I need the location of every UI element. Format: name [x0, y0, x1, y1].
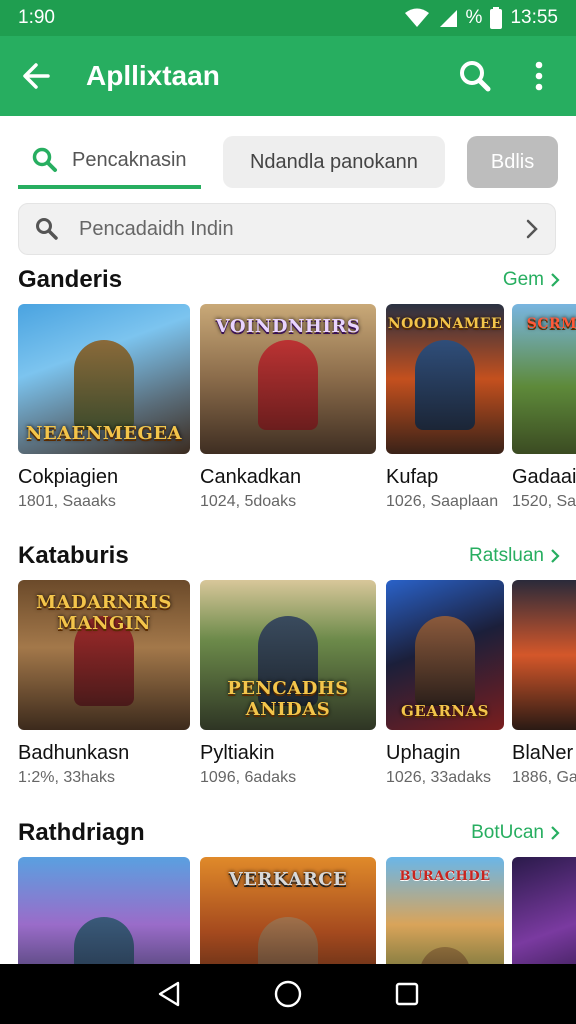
game-thumbnail: PENCADHS ANIDAS — [200, 580, 376, 730]
game-card[interactable]: PENCADHS ANIDAS Pyltiakin 1096, 6adaks — [200, 580, 376, 787]
game-card[interactable]: BURACHDE — [386, 857, 504, 964]
tab-chip[interactable]: Ndandla panokann — [222, 136, 446, 188]
game-card[interactable]: SCRM Gadaai 1520, Sa — [512, 304, 576, 511]
game-thumbnail: VERKARCE — [200, 857, 376, 964]
recents-square-icon[interactable] — [394, 981, 420, 1007]
game-name: Pyltiakin — [200, 742, 275, 764]
thumbnail-title: MADARNRIS MANGIN — [36, 592, 172, 634]
tab-search-label: Pencaknasin — [72, 148, 187, 171]
status-clock: 13:55 — [510, 7, 558, 28]
system-nav-bar — [0, 964, 576, 1024]
game-thumbnail — [18, 857, 190, 964]
game-meta: 1096, 6adaks — [200, 769, 297, 786]
game-name: Gadaai — [512, 466, 576, 488]
thumbnail-title: BURACHDE — [399, 869, 491, 884]
chevron-right-icon — [551, 826, 560, 840]
game-name: Kufap — [386, 466, 439, 488]
tab-search[interactable]: Pencaknasin — [18, 135, 201, 189]
game-meta: 1801, Saaaks — [18, 493, 116, 510]
tab-row: Pencaknasin Ndandla panokann Bdlis — [18, 134, 558, 190]
game-thumbnail: MADARNRIS MANGIN — [18, 580, 190, 730]
thumbnail-title: PENCADHS ANIDAS — [227, 678, 349, 720]
game-card[interactable]: VERKARCE — [200, 857, 376, 964]
game-thumbnail — [512, 580, 576, 730]
game-name: Cankadkan — [200, 466, 302, 488]
status-time: 1:90 — [18, 7, 55, 28]
game-thumbnail — [512, 857, 576, 964]
game-thumbnail: BURACHDE — [386, 857, 504, 964]
search-icon — [460, 61, 491, 92]
game-meta: 1886, Ga — [512, 769, 576, 786]
battery-icon — [490, 7, 503, 29]
section-more-label: Ratsluan — [469, 545, 544, 566]
game-name: BlaNer — [512, 742, 574, 764]
back-triangle-icon[interactable] — [156, 980, 182, 1008]
search-icon — [32, 147, 57, 172]
game-card[interactable]: BlaNer 1886, Ga — [512, 580, 576, 787]
card-row: NEAENMEGEA Cokpiagien 1801, Saaaks VOIND… — [18, 304, 576, 524]
wifi-icon — [404, 8, 429, 27]
thumbnail-title: NOODNAMEE — [387, 316, 503, 332]
search-icon — [36, 218, 58, 240]
back-button[interactable] — [20, 60, 52, 92]
app-bar: Apllixtaan — [0, 36, 576, 116]
game-thumbnail: NOODNAMEE — [386, 304, 504, 454]
section-title: Ganderis — [18, 266, 123, 293]
game-name: Badhunkasn — [18, 742, 130, 764]
app-title: Apllixtaan — [86, 60, 220, 91]
game-meta: 1026, 33adaks — [386, 769, 491, 786]
thumbnail-title: SCRM — [526, 316, 576, 332]
section-header: Kataburis Ratsluan — [18, 539, 560, 573]
game-thumbnail: SCRM — [512, 304, 576, 454]
battery-text: % — [465, 7, 483, 28]
status-icons: % 13:55 — [404, 7, 558, 29]
card-row: MADARNRIS MANGIN Badhunkasn 1:2%, 33haks… — [18, 580, 576, 800]
game-card[interactable]: NEAENMEGEA Cokpiagien 1801, Saaaks — [18, 304, 190, 511]
game-meta: 1026, Saaplaan — [386, 493, 499, 510]
game-name: Uphagin — [386, 742, 461, 764]
arrow-left-icon — [23, 63, 50, 89]
game-meta: 1024, 5doaks — [200, 493, 297, 510]
chevron-right-icon — [551, 273, 560, 287]
game-meta: 1:2%, 33haks — [18, 769, 115, 786]
section-more-label: Gem — [502, 269, 544, 290]
home-circle-icon[interactable] — [273, 979, 303, 1009]
game-thumbnail: GEARNAS — [386, 580, 504, 730]
game-name: Cokpiagien — [18, 466, 119, 488]
thumbnail-title: VERKARCE — [228, 869, 348, 890]
thumbnail-title: NEAENMEGEA — [25, 423, 182, 444]
more-vert-icon — [535, 61, 543, 91]
game-card[interactable]: GEARNAS Uphagin 1026, 33adaks — [386, 580, 504, 787]
game-card[interactable]: NOODNAMEE Kufap 1026, Saaplaan — [386, 304, 504, 511]
search-field[interactable]: Pencadaidh Indin — [18, 203, 556, 255]
thumbnail-title: VOINDNHIRS — [215, 316, 361, 337]
chevron-right-icon — [526, 219, 538, 239]
game-card[interactable] — [18, 857, 190, 964]
chevron-right-icon — [551, 549, 560, 563]
section-header: Ganderis Gem — [18, 263, 560, 297]
status-bar: 1:90 % 13:55 — [0, 0, 576, 36]
more-options-button[interactable] — [522, 59, 556, 93]
section-more-link[interactable]: Ratsluan — [469, 545, 560, 567]
search-input[interactable]: Pencadaidh Indin — [79, 218, 525, 241]
game-thumbnail: NEAENMEGEA — [18, 304, 190, 454]
game-card[interactable]: MADARNRIS MANGIN Badhunkasn 1:2%, 33haks — [18, 580, 190, 787]
section-title: Kataburis — [18, 542, 129, 569]
tab-button[interactable]: Bdlis — [467, 136, 558, 188]
game-thumbnail: VOINDNHIRS — [200, 304, 376, 454]
section-more-label: BotUcan — [471, 822, 544, 843]
section-title: Rathdriagn — [18, 819, 145, 846]
section-more-link[interactable]: BotUcan — [471, 822, 560, 844]
section-more-link[interactable]: Gem — [503, 269, 560, 291]
thumbnail-title: GEARNAS — [400, 702, 490, 720]
section-header: Rathdriagn BotUcan — [18, 816, 560, 850]
card-row: VERKARCE BURACHDE — [18, 857, 576, 964]
signal-icon — [439, 10, 457, 27]
game-card[interactable] — [512, 857, 576, 964]
game-meta: 1520, Sa — [512, 493, 576, 510]
search-button[interactable] — [458, 59, 492, 93]
game-card[interactable]: VOINDNHIRS Cankadkan 1024, 5doaks — [200, 304, 376, 511]
